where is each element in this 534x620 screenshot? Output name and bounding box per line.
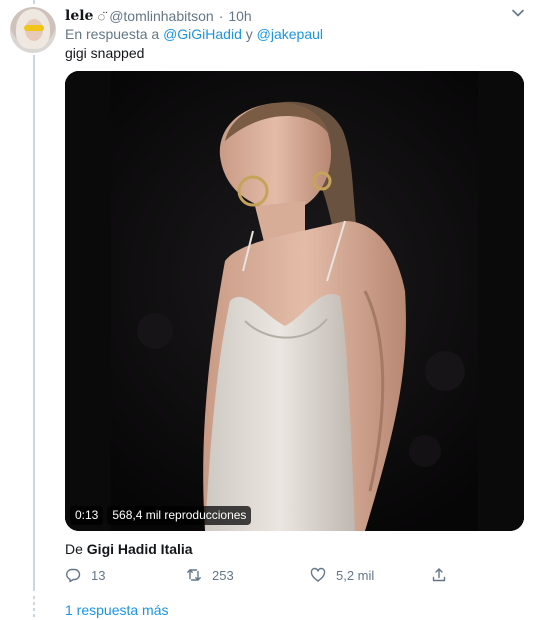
caret-down-icon[interactable] — [511, 6, 525, 20]
reply-icon — [65, 567, 81, 583]
video-player[interactable] — [65, 71, 524, 531]
source-prefix: De — [65, 541, 83, 557]
share-icon — [431, 567, 447, 583]
retweet-count: 253 — [212, 567, 234, 583]
tweet-header: lele ◌̈ @tomlinhabitson · 10h — [65, 7, 252, 25]
tweet-actions: 13 253 5,2 mil — [65, 567, 465, 587]
mention-link-1[interactable]: @GiGiHadid — [163, 26, 242, 42]
like-icon — [310, 567, 326, 583]
video-duration: 0:13 — [70, 506, 104, 525]
display-name[interactable]: lele — [65, 8, 93, 24]
reply-joiner: y — [245, 26, 253, 42]
mention-link-2[interactable]: @jakepaul — [257, 26, 323, 42]
header-separator: · — [218, 8, 224, 24]
video-source: De Gigi Hadid Italia — [65, 541, 193, 557]
avatar-glasses — [24, 25, 44, 31]
video-frame — [65, 71, 524, 531]
thread-line-top — [33, 0, 35, 4]
retweet-button[interactable]: 253 — [186, 567, 234, 583]
source-account-link[interactable]: Gigi Hadid Italia — [87, 541, 193, 557]
reply-count: 13 — [91, 567, 106, 583]
user-handle[interactable]: @tomlinhabitson — [109, 8, 214, 24]
retweet-icon — [186, 567, 202, 583]
tweet-timestamp[interactable]: 10h — [228, 8, 251, 24]
tweet-text: gigi snapped — [65, 45, 145, 61]
like-button[interactable]: 5,2 mil — [310, 567, 374, 583]
reply-context: En respuesta a @GiGiHadid y @jakepaul — [65, 26, 323, 42]
display-name-decoration: ◌̈ — [97, 8, 106, 24]
video-views: 568,4 mil reproducciones — [107, 506, 252, 525]
thread-line — [33, 55, 35, 591]
show-more-replies-link[interactable]: 1 respuesta más — [65, 602, 169, 618]
reply-prefix: En respuesta a — [65, 26, 160, 42]
avatar[interactable] — [10, 7, 56, 53]
share-button[interactable] — [431, 567, 447, 583]
thread-dots — [33, 596, 35, 620]
video-badges: 0:13 568,4 mil reproducciones — [70, 506, 252, 525]
like-count: 5,2 mil — [336, 567, 375, 583]
reply-button[interactable]: 13 — [65, 567, 105, 583]
